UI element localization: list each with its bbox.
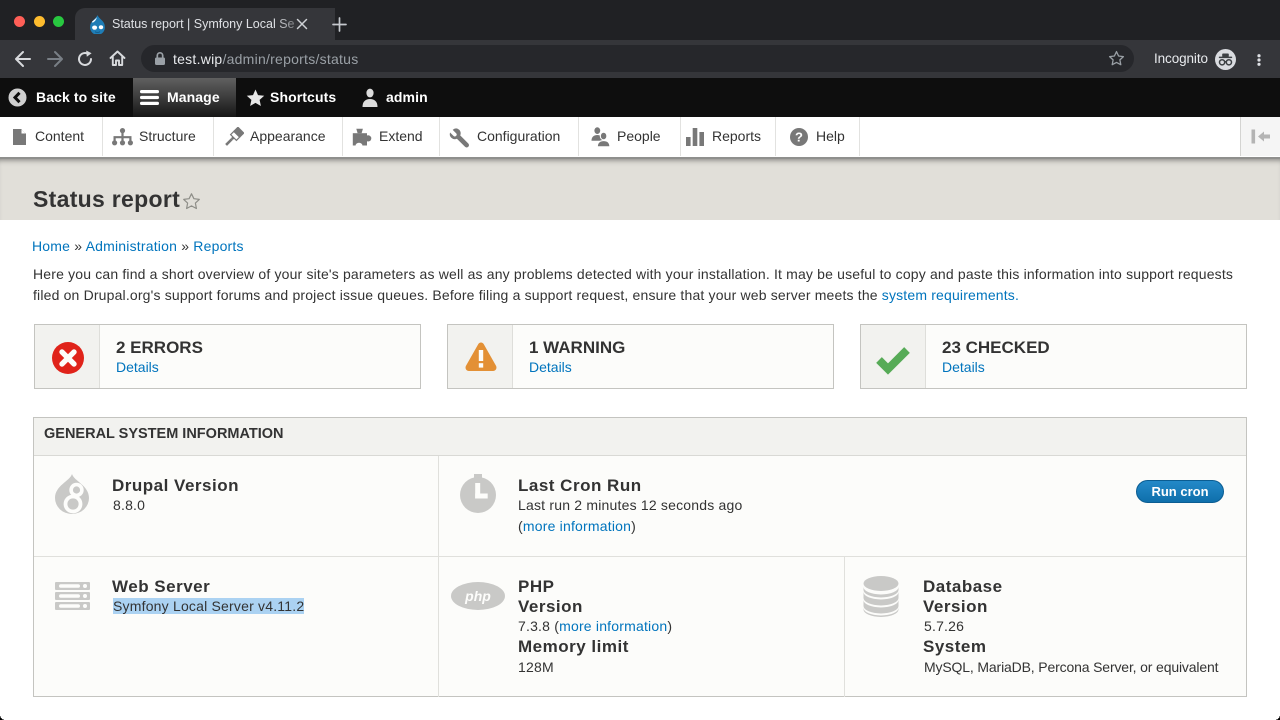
svg-text:?: ?	[795, 130, 803, 145]
svg-text:php: php	[464, 588, 491, 604]
